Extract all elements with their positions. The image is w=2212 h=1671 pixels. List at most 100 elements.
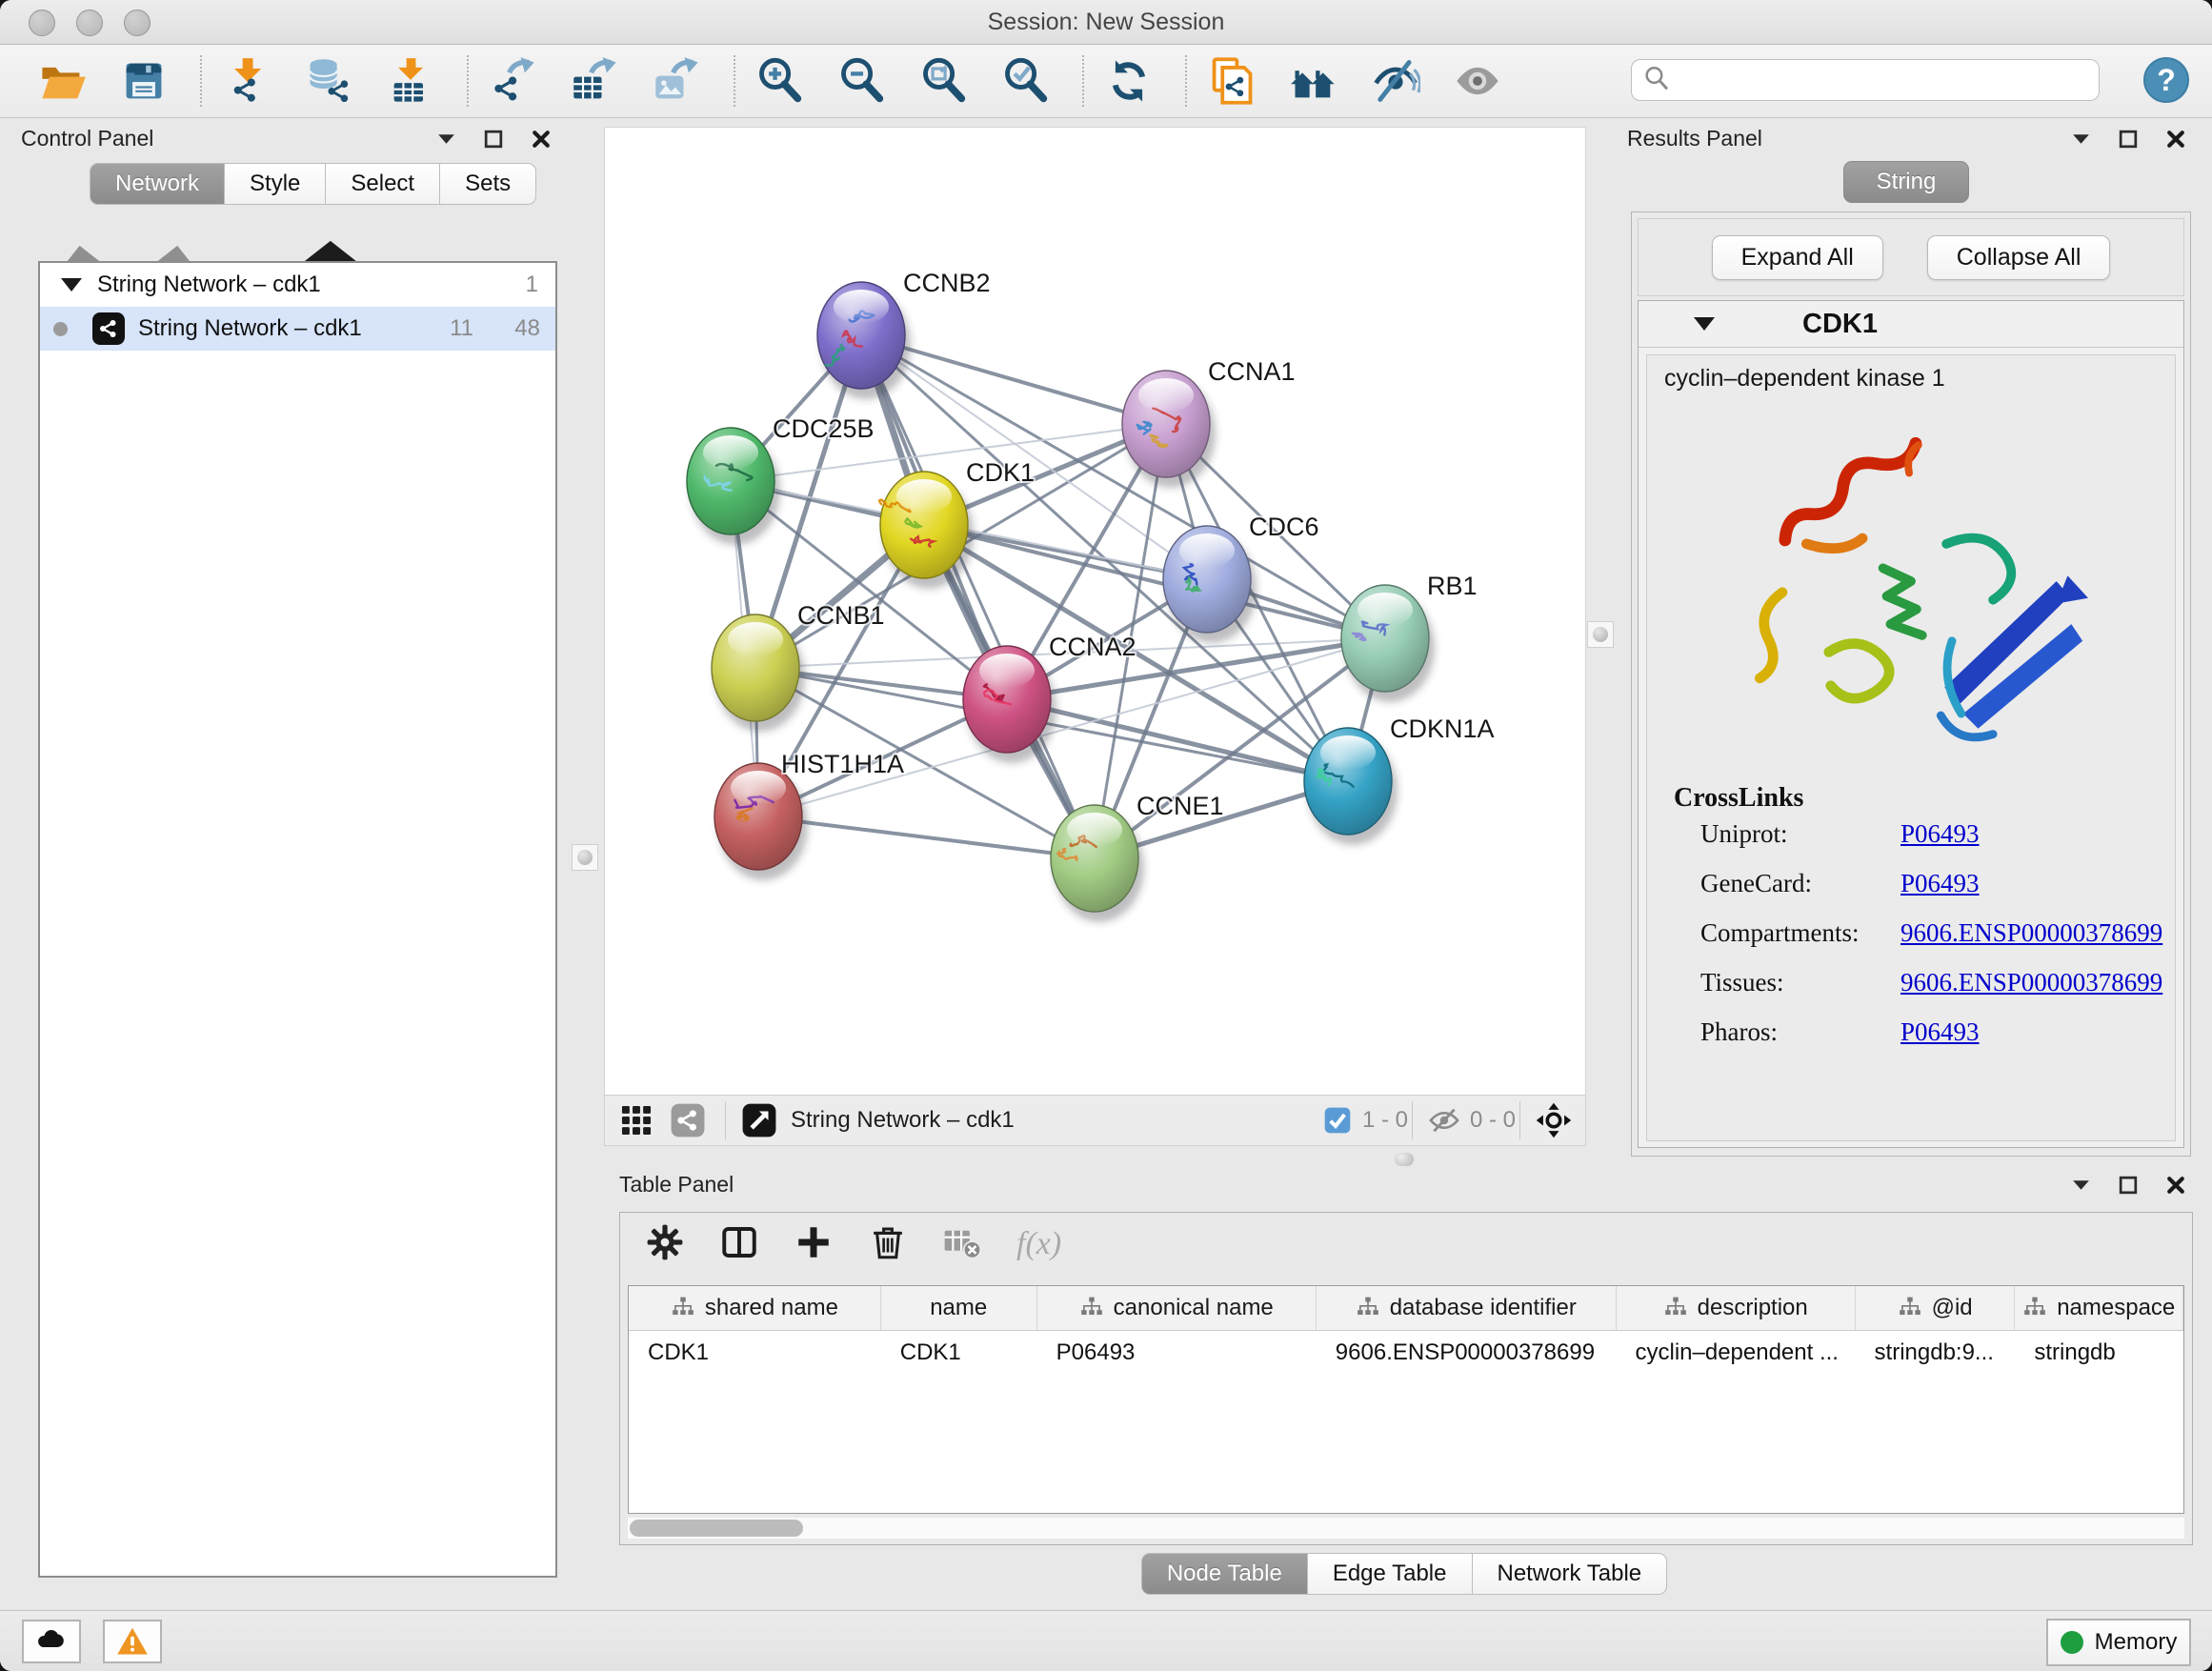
left-splitter-handle[interactable] xyxy=(572,844,598,871)
control-panel-close-icon[interactable] xyxy=(530,128,553,151)
network-node-ccna1[interactable]: CCNA1 xyxy=(1122,357,1296,488)
results-panel-close-icon[interactable] xyxy=(2164,128,2187,151)
tab-network[interactable]: Network xyxy=(90,163,225,205)
control-panel-float-icon[interactable] xyxy=(482,128,505,151)
network-edge[interactable] xyxy=(1007,699,1348,781)
delete-row-icon[interactable] xyxy=(868,1222,908,1267)
refresh-view-button[interactable] xyxy=(1101,52,1156,110)
cloud-button[interactable] xyxy=(22,1620,81,1663)
main-toolbar: ? xyxy=(0,45,2212,118)
section-collapse-triangle-icon[interactable] xyxy=(1694,317,1715,331)
tab-string[interactable]: String xyxy=(1843,161,1970,203)
grid-view-icon[interactable] xyxy=(618,1102,654,1138)
network-tree-item-row[interactable]: String Network – cdk1 11 48 xyxy=(40,307,555,351)
network-node-rb1[interactable]: RB1 xyxy=(1341,572,1478,702)
network-node-ccna2[interactable]: CCNA2 xyxy=(963,633,1136,763)
help-button[interactable]: ? xyxy=(2143,57,2189,103)
network-node-cdkn1a[interactable]: CDKN1A xyxy=(1304,715,1495,845)
export-table-button[interactable] xyxy=(568,52,623,110)
column-header-description[interactable]: description xyxy=(1617,1286,1856,1330)
column-header-namespace[interactable]: namespace xyxy=(2015,1286,2183,1330)
crosslink-link[interactable]: 9606.ENSP00000378699 xyxy=(1900,918,2162,948)
column-header-database-identifier[interactable]: database identifier xyxy=(1317,1286,1617,1330)
hidden-eye-icon[interactable] xyxy=(1428,1104,1460,1137)
network-node-cdk1[interactable]: CDK1 xyxy=(879,458,1035,589)
cell-namespace[interactable]: stringdb xyxy=(2015,1331,2183,1375)
network-node-cdc25b[interactable]: CDC25B xyxy=(687,414,875,545)
scrollbar-thumb[interactable] xyxy=(630,1520,803,1537)
collapse-all-button[interactable]: Collapse All xyxy=(1927,235,2111,280)
results-panel-float-icon[interactable] xyxy=(2117,128,2140,151)
expand-all-button[interactable]: Expand All xyxy=(1712,235,1883,280)
memory-button[interactable]: Memory xyxy=(2046,1619,2191,1666)
crosslink-link[interactable]: P06493 xyxy=(1900,869,1980,898)
import-table-button[interactable] xyxy=(383,52,438,110)
network-edge[interactable] xyxy=(861,335,1095,858)
cell-name[interactable]: CDK1 xyxy=(881,1331,1037,1375)
function-builder-button[interactable]: f(x) xyxy=(1016,1226,1061,1262)
tab-edge-table[interactable]: Edge Table xyxy=(1307,1553,1473,1595)
zoom-out-button[interactable] xyxy=(835,52,890,110)
show-all-button[interactable] xyxy=(1450,52,1505,110)
table-panel-float-icon[interactable] xyxy=(2117,1174,2140,1197)
table-panel-close-icon[interactable] xyxy=(2164,1174,2187,1197)
table-row[interactable]: CDK1CDK1P064939606.ENSP00000378699cyclin… xyxy=(629,1331,2183,1375)
network-node-cdc6[interactable]: CDC6 xyxy=(1163,513,1319,643)
cell-canonical-name[interactable]: P06493 xyxy=(1037,1331,1317,1375)
cell-database-identifier[interactable]: 9606.ENSP00000378699 xyxy=(1317,1331,1617,1375)
hide-selected-button[interactable] xyxy=(1368,52,1423,110)
results-panel-title: Results Panel xyxy=(1627,126,1762,151)
export-network-button[interactable] xyxy=(486,52,541,110)
save-session-button[interactable] xyxy=(116,52,171,110)
export-image-button[interactable] xyxy=(650,52,705,110)
crosslink-link[interactable]: 9606.ENSP00000378699 xyxy=(1900,968,2162,997)
network-node-ccnb2[interactable]: CCNB2 xyxy=(817,269,991,399)
network-tree-root-row[interactable]: String Network – cdk1 1 xyxy=(40,263,555,307)
zoom-in-button[interactable] xyxy=(753,52,808,110)
tab-network-table[interactable]: Network Table xyxy=(1472,1553,1668,1595)
column-header-name[interactable]: name xyxy=(881,1286,1037,1330)
split-columns-icon[interactable] xyxy=(719,1222,759,1267)
birdseye-view-icon[interactable] xyxy=(741,1102,777,1138)
network-node-ccnb1[interactable]: CCNB1 xyxy=(712,601,885,732)
clear-table-icon[interactable] xyxy=(942,1222,982,1267)
results-panel-collapse-icon[interactable] xyxy=(2069,128,2092,151)
open-session-button[interactable] xyxy=(34,52,90,110)
first-neighbors-button[interactable] xyxy=(1286,52,1341,110)
tab-select[interactable]: Select xyxy=(325,163,440,205)
column-header-id[interactable]: @id xyxy=(1856,1286,2016,1330)
tree-expand-triangle-icon[interactable] xyxy=(61,278,82,292)
new-network-from-selection-button[interactable] xyxy=(1204,52,1259,110)
warnings-button[interactable] xyxy=(103,1620,162,1663)
network-node-ccne1[interactable]: CCNE1 xyxy=(1051,792,1224,922)
cell-description[interactable]: cyclin–dependent ... xyxy=(1616,1331,1855,1375)
column-header-shared-name[interactable]: shared name xyxy=(629,1286,881,1330)
import-network-button[interactable] xyxy=(219,52,274,110)
network-canvas[interactable]: CCNB2 CCNA1 CDC25B CDK1 CDC6 xyxy=(604,127,1586,1096)
import-database-button[interactable] xyxy=(301,52,356,110)
tab-style[interactable]: Style xyxy=(224,163,326,205)
gear-icon[interactable] xyxy=(645,1222,685,1267)
column-header-canonical-name[interactable]: canonical name xyxy=(1037,1286,1317,1330)
network-share-icon[interactable] xyxy=(670,1102,706,1138)
cell-shared-name[interactable]: CDK1 xyxy=(629,1331,881,1375)
warning-icon xyxy=(115,1624,150,1659)
search-input[interactable] xyxy=(1631,59,2100,101)
selected-checkbox-icon[interactable] xyxy=(1322,1105,1353,1136)
zoom-selected-button[interactable] xyxy=(998,52,1054,110)
crosslink-link[interactable]: P06493 xyxy=(1900,1017,1980,1047)
tab-node-table[interactable]: Node Table xyxy=(1141,1553,1308,1595)
cell-id[interactable]: stringdb:9... xyxy=(1856,1331,2016,1375)
search-field[interactable] xyxy=(1674,66,2099,94)
fit-selected-icon[interactable] xyxy=(1536,1102,1572,1138)
add-row-icon[interactable] xyxy=(794,1222,834,1267)
control-panel-collapse-icon[interactable] xyxy=(434,128,457,151)
tab-sets[interactable]: Sets xyxy=(439,163,536,205)
table-panel-collapse-icon[interactable] xyxy=(2069,1174,2092,1197)
table-horizontal-scrollbar[interactable] xyxy=(628,1518,2184,1539)
crosslink-link[interactable]: P06493 xyxy=(1900,819,1980,849)
network-edge[interactable] xyxy=(758,816,1095,858)
zoom-fit-button[interactable] xyxy=(916,52,972,110)
gene-section-header[interactable]: CDK1 xyxy=(1639,301,2183,348)
network-node-hist1h1a[interactable]: HIST1H1A xyxy=(714,750,904,880)
